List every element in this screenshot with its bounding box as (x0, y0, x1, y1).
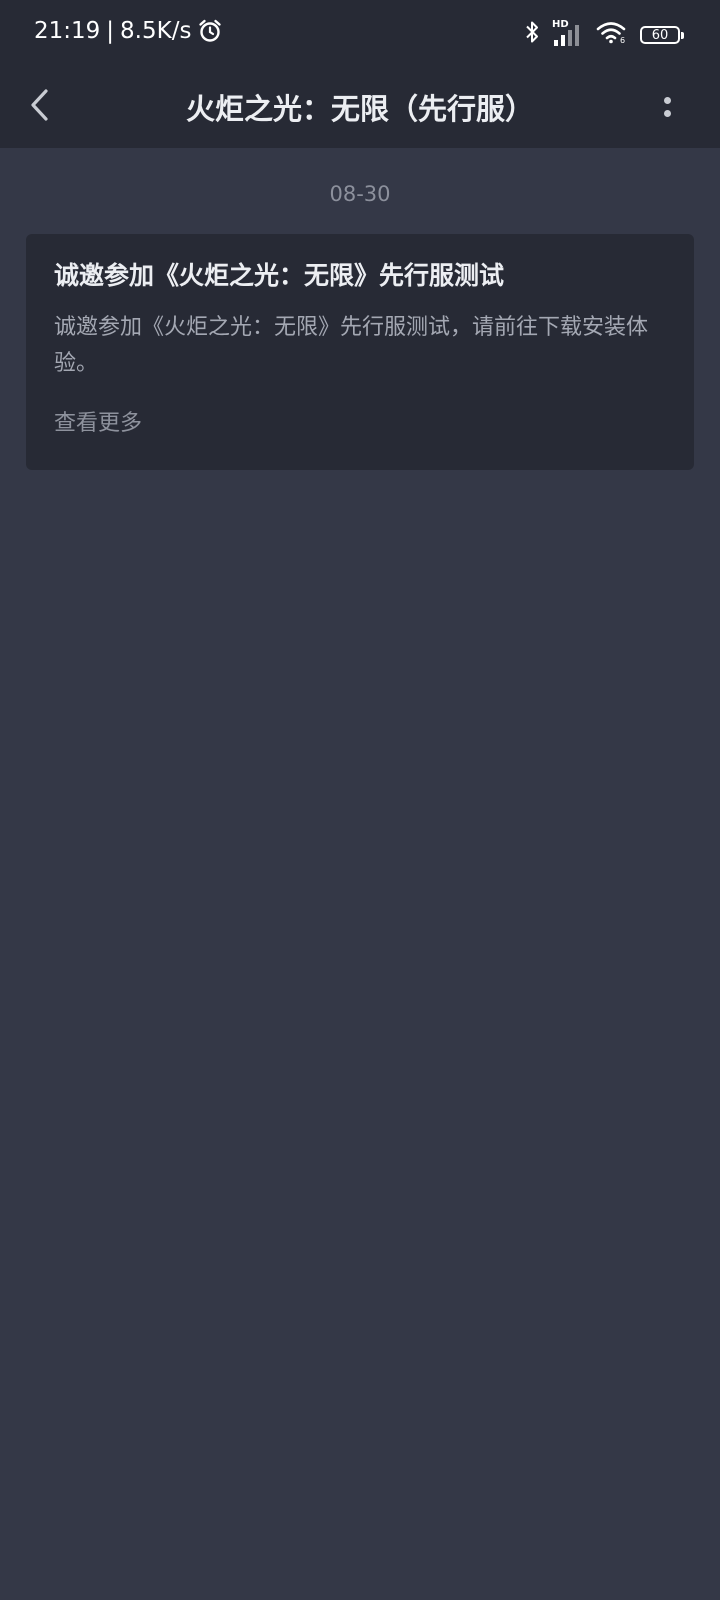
bluetooth-icon (524, 20, 540, 50)
status-left: 21:19 | 8.5K/s (34, 18, 223, 44)
status-bar: 21:19 | 8.5K/s HD 6 60 (0, 0, 720, 66)
battery-level: 60 (651, 27, 669, 43)
network-speed: 8.5K/s (120, 18, 192, 44)
more-vertical-icon (663, 97, 671, 104)
alarm-icon (197, 18, 223, 44)
back-button[interactable] (18, 80, 62, 134)
svg-text:6: 6 (620, 36, 625, 44)
wifi-icon: 6 (596, 20, 628, 50)
app-bar: 火炬之光：无限（先行服） (0, 66, 720, 148)
view-more-link[interactable]: 查看更多 (54, 408, 142, 440)
more-options-button[interactable] (654, 80, 680, 134)
chevron-left-icon (28, 87, 52, 127)
message-body: 诚邀参加《火炬之光：无限》先行服测试，请前往下载安装体验。 (54, 315, 649, 376)
message-card[interactable]: 诚邀参加《火炬之光：无限》先行服测试 诚邀参加《火炬之光：无限》先行服测试，请前… (26, 234, 694, 470)
status-time: 21:19 (34, 18, 101, 44)
message-title: 诚邀参加《火炬之光：无限》先行服测试 (54, 261, 505, 290)
status-separator: | (106, 18, 115, 44)
page-title: 火炬之光：无限（先行服） (185, 92, 534, 126)
battery-icon: 60 (640, 26, 684, 44)
status-right: HD 6 60 (524, 19, 684, 50)
cellular-signal-icon: HD (552, 19, 584, 47)
message-date: 08-30 (329, 182, 391, 206)
